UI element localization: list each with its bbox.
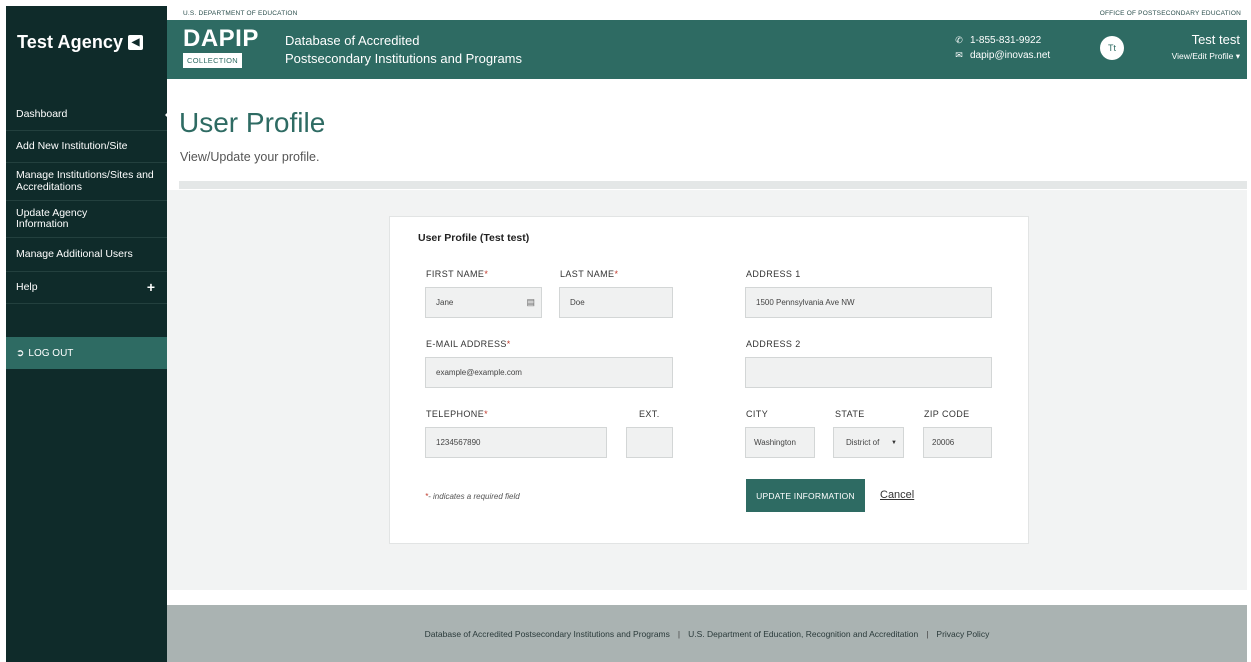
required-mark: * [614, 269, 619, 279]
update-information-button[interactable]: UPDATE INFORMATION [746, 479, 865, 512]
agency-name: Test Agency [17, 32, 124, 52]
address1-input[interactable]: 1500 Pennsylvania Ave NW [745, 287, 992, 318]
sidebar-item-update-agency[interactable]: Update Agency Information [6, 201, 167, 238]
zip-value: 20006 [932, 438, 955, 447]
divider [179, 181, 1247, 189]
city-label: CITY [746, 409, 769, 419]
sidebar-item-label: Update Agency Information [16, 206, 88, 230]
plus-icon[interactable]: + [147, 280, 155, 295]
telephone-input[interactable]: 1234567890 [425, 427, 607, 458]
zip-label: ZIP CODE [924, 409, 970, 419]
phone-icon: ✆ [955, 35, 963, 45]
footer-separator: | [926, 628, 929, 639]
sidebar-item-label: Manage Institutions/Sites and Accreditat… [16, 169, 154, 193]
ext-input[interactable] [626, 427, 673, 458]
envelope-icon: ✉ [955, 50, 963, 60]
contact-card-icon: ▤ [526, 297, 535, 307]
footer-link-dapip[interactable]: Database of Accredited Postsecondary Ins… [425, 629, 670, 639]
profile-link[interactable]: View/Edit Profile ▾ [1172, 48, 1240, 64]
top-strip: U.S. DEPARTMENT OF EDUCATION OFFICE OF P… [167, 6, 1247, 20]
sidebar-item-manage-institutions[interactable]: Manage Institutions/Sites and Accreditat… [6, 163, 167, 201]
sidebar-item-label: Add New Institution/Site [16, 139, 128, 152]
cancel-link[interactable]: Cancel [880, 489, 914, 501]
logout-button[interactable]: ➲ LOG OUT [6, 337, 167, 369]
form-title: User Profile (Test test) [418, 232, 530, 244]
logout-icon: ➲ [16, 347, 25, 359]
logout-label: LOG OUT [28, 347, 74, 359]
dapip-logo[interactable]: DAPIP COLLECTION [183, 25, 262, 68]
footer: Database of Accredited Postsecondary Ins… [167, 605, 1247, 662]
telephone-value: 1234567890 [436, 438, 481, 447]
logo-sub: COLLECTION [183, 53, 242, 68]
header: DAPIP COLLECTION Database of Accredited … [167, 20, 1247, 79]
email-address[interactable]: dapip@inovas.net [970, 48, 1050, 63]
required-mark: * [506, 339, 511, 349]
first-name-input[interactable]: Jane ▤ [425, 287, 542, 318]
first-name-label: FIRST NAME* [426, 269, 489, 279]
sidebar-item-dashboard[interactable]: Dashboard [6, 99, 169, 131]
required-mark: * [484, 269, 489, 279]
address2-label: ADDRESS 2 [746, 339, 801, 349]
first-name-value: Jane [436, 298, 454, 307]
zip-input[interactable]: 20006 [923, 427, 992, 458]
email-row: ✉ dapip@inovas.net [954, 48, 1050, 63]
state-select[interactable]: District of ▼ [833, 427, 904, 458]
user-name: Test test [1191, 32, 1240, 47]
email-label: E-MAIL ADDRESS* [426, 339, 511, 349]
phone-number[interactable]: 1-855-831-9922 [970, 33, 1041, 48]
sidebar-nav: Dashboard Add New Institution/Site Manag… [6, 99, 169, 304]
sidebar-item-label: Manage Additional Users [16, 247, 133, 260]
site-title-line1: Database of Accredited [285, 33, 420, 48]
page-subtitle: View/Update your profile. [180, 150, 320, 164]
sidebar-item-label: Help [16, 280, 38, 293]
sidebar-item-help[interactable]: Help + [6, 272, 167, 304]
sidebar-item-manage-users[interactable]: Manage Additional Users [6, 238, 167, 272]
sidebar: Test Agency ◀ Dashboard Add New Institut… [6, 6, 169, 662]
ext-label: EXT. [639, 409, 660, 419]
chevron-left-icon[interactable]: ◀ [128, 35, 144, 50]
email-input[interactable]: example@example.com [425, 357, 673, 388]
footer-link-privacy[interactable]: Privacy Policy [936, 629, 989, 639]
user-menu[interactable]: Test test View/Edit Profile ▾ [1172, 32, 1240, 64]
logo-main: DAPIP [183, 25, 259, 52]
last-name-input[interactable]: Doe [559, 287, 673, 318]
state-value: District of [846, 438, 880, 447]
address1-value: 1500 Pennsylvania Ave NW [756, 298, 855, 307]
address1-label: ADDRESS 1 [746, 269, 801, 279]
city-value: Washington [754, 438, 796, 447]
page-title: User Profile [179, 107, 326, 138]
department-link[interactable]: U.S. DEPARTMENT OF EDUCATION [183, 10, 298, 17]
state-label: STATE [835, 409, 865, 419]
city-input[interactable]: Washington [745, 427, 815, 458]
avatar[interactable]: Tt [1100, 36, 1124, 60]
sidebar-brand: Test Agency ◀ [6, 6, 167, 79]
profile-card: User Profile (Test test) FIRST NAME* Jan… [389, 216, 1029, 544]
last-name-label: LAST NAME* [560, 269, 619, 279]
sidebar-item-add-institution[interactable]: Add New Institution/Site [6, 131, 167, 163]
footer-link-department[interactable]: U.S. Department of Education, Recognitio… [688, 629, 918, 639]
telephone-label: TELEPHONE* [426, 409, 489, 419]
office-link[interactable]: OFFICE OF POSTSECONDARY EDUCATION [1100, 10, 1241, 17]
required-note: *- indicates a required field [425, 492, 520, 501]
address2-input[interactable] [745, 357, 992, 388]
sidebar-item-label: Dashboard [16, 107, 68, 120]
email-value: example@example.com [436, 368, 522, 377]
last-name-value: Doe [570, 298, 585, 307]
caret-down-icon: ▼ [891, 439, 897, 446]
footer-separator: | [677, 628, 681, 639]
required-mark: * [484, 409, 489, 419]
contact-info: ✆ 1-855-831-9922 ✉ dapip@inovas.net [954, 33, 1050, 63]
site-title-line2: Postsecondary Institutions and Programs [285, 51, 523, 66]
phone-row: ✆ 1-855-831-9922 [954, 33, 1050, 48]
site-title: Database of Accredited Postsecondary Ins… [285, 32, 522, 68]
